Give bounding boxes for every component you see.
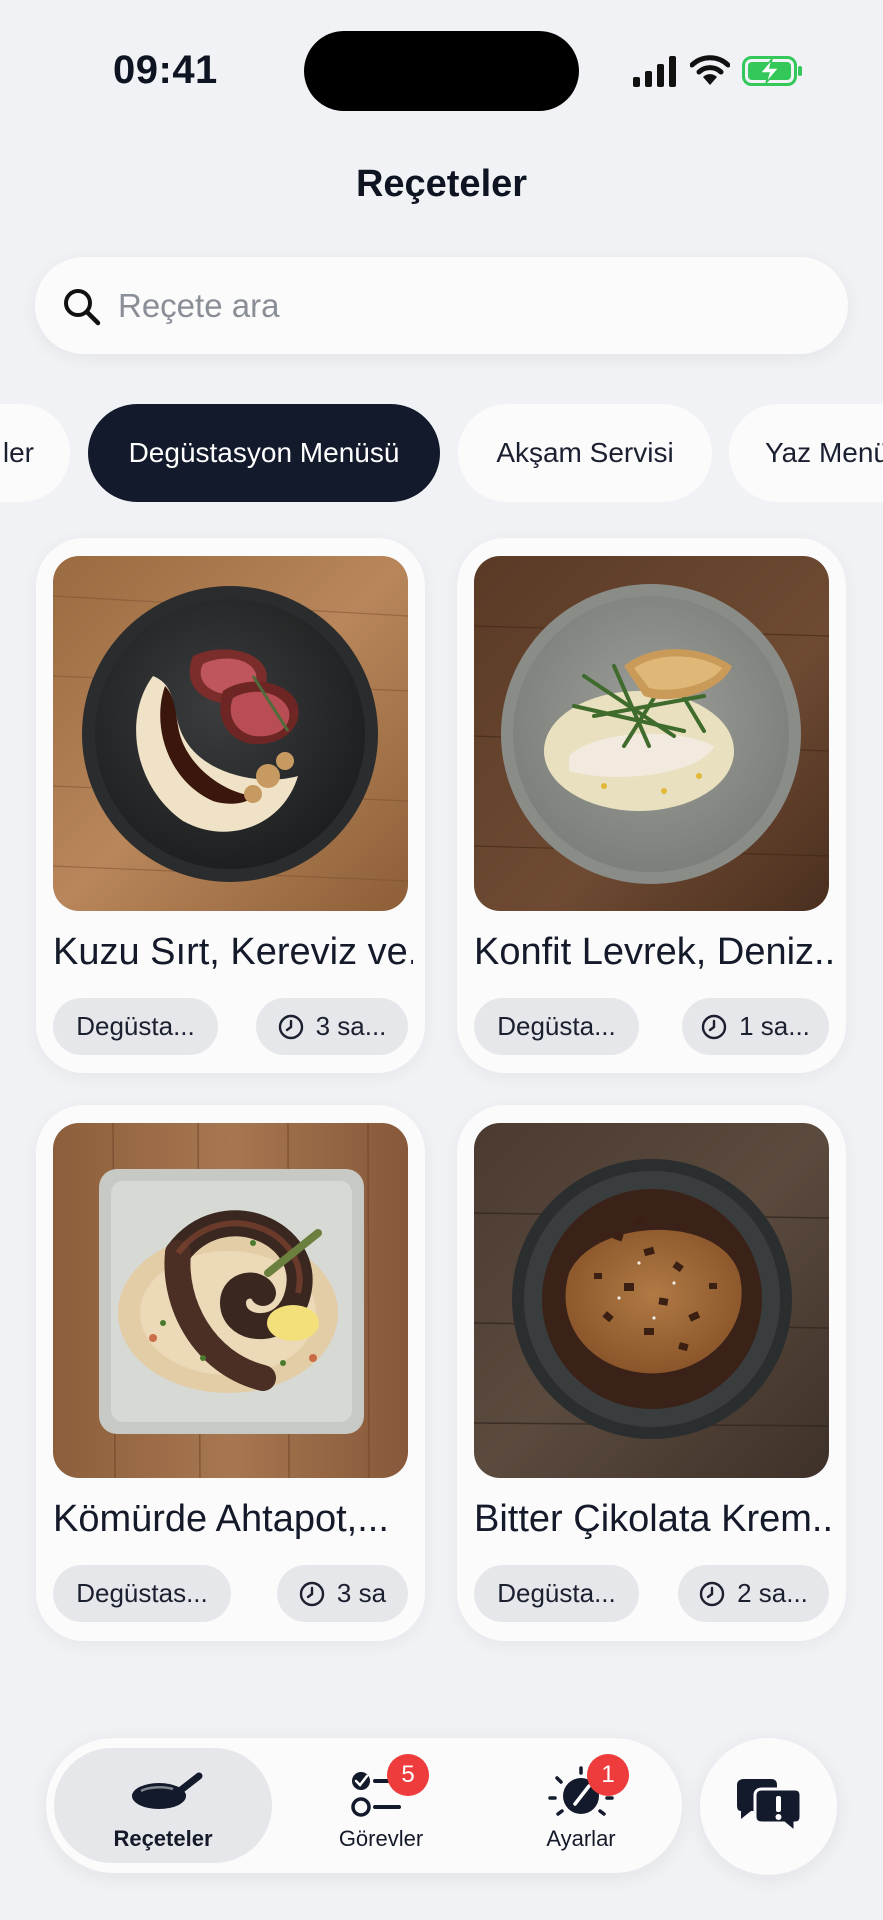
search-icon: [64, 289, 101, 326]
clock-icon: [701, 1014, 727, 1039]
filter-chip[interactable]: Akşam Servisi: [458, 404, 712, 502]
category-tag: Degüsta...: [53, 998, 218, 1055]
tab-label: Reçeteler: [113, 1826, 213, 1851]
cellular-signal-icon: [633, 56, 676, 87]
search-bar[interactable]: [35, 257, 848, 354]
recipe-photo: [53, 1123, 408, 1478]
recipe-title: Konfit Levrek, Deniz...: [474, 931, 834, 973]
clock-icon: [699, 1581, 725, 1606]
tab-tasks[interactable]: 5 Görevler: [306, 1748, 456, 1863]
status-bar: 09:41: [0, 0, 883, 140]
tab-label: Görevler: [338, 1826, 424, 1851]
clock-icon: [299, 1581, 325, 1606]
notification-badge: 1: [587, 1754, 629, 1796]
search-input[interactable]: [118, 275, 798, 336]
gauge-icon: 1: [541, 1754, 629, 1820]
clock-icon: [278, 1014, 303, 1039]
filter-chips: ler Degüstasyon Menüsü Akşam Servisi Yaz…: [0, 404, 883, 502]
recipe-card[interactable]: Kuzu Sırt, Kereviz ve... Degüsta... 3 sa…: [36, 538, 425, 1073]
tasks-icon: 5: [341, 1754, 429, 1820]
wifi-icon: [690, 55, 730, 85]
category-tag: Degüstas...: [53, 1565, 231, 1622]
recipe-card[interactable]: Bitter Çikolata Krem... Degüsta... 2 sa.…: [457, 1105, 846, 1641]
chat-alert-icon: [736, 1778, 802, 1835]
dynamic-island: [304, 31, 579, 111]
duration-tag: 1 sa...: [682, 998, 829, 1055]
status-time: 09:41: [113, 48, 218, 92]
duration-tag: 2 sa...: [678, 1565, 829, 1622]
recipe-photo: [53, 556, 408, 911]
recipe-card[interactable]: Kömürde Ahtapot,... Degüstas... 3 sa: [36, 1105, 425, 1641]
category-tag: Degüsta...: [474, 1565, 639, 1622]
tab-label: Ayarlar: [546, 1826, 616, 1851]
notification-badge: 5: [387, 1754, 429, 1796]
chat-button[interactable]: [700, 1738, 837, 1875]
recipe-photo: [474, 1123, 829, 1478]
battery-charging-icon: [742, 56, 802, 86]
page-title: Reçeteler: [355, 163, 528, 205]
tab-recipes[interactable]: Reçeteler: [54, 1748, 272, 1863]
recipe-photo: [474, 556, 829, 911]
tab-settings[interactable]: 1 Ayarlar: [506, 1748, 656, 1863]
category-tag: Degüsta...: [474, 998, 639, 1055]
recipe-title: Kuzu Sırt, Kereviz ve...: [53, 931, 413, 973]
recipe-title: Kömürde Ahtapot,...: [53, 1498, 389, 1540]
recipe-title: Bitter Çikolata Krem...: [474, 1498, 834, 1540]
recipe-card[interactable]: Konfit Levrek, Deniz... Degüsta... 1 sa.…: [457, 538, 846, 1073]
filter-chip[interactable]: Yaz Menü: [729, 404, 883, 502]
pan-icon: [123, 1764, 203, 1820]
tab-bar: Reçeteler 5 Görevler 1 Ayarlar: [46, 1738, 682, 1873]
filter-chip-selected[interactable]: Degüstasyon Menüsü: [88, 404, 440, 502]
duration-tag: 3 sa...: [256, 998, 408, 1055]
filter-chip[interactable]: ler: [0, 404, 70, 502]
duration-tag: 3 sa: [277, 1565, 408, 1622]
